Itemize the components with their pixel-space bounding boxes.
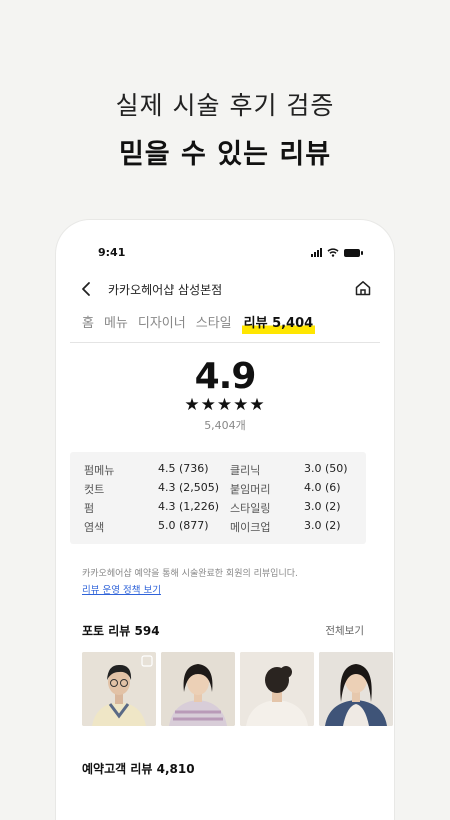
stat-row: 펌메뉴 4.5 (736) (84, 462, 214, 480)
promo-subtitle: 실제 시술 후기 검증 (115, 91, 335, 120)
stat-value: 5.0 (877) (158, 519, 209, 532)
review-policy-link[interactable]: 리뷰 운영 정책 보기 (82, 582, 161, 596)
stat-value: 3.0 (2) (304, 519, 341, 532)
tab-reviews[interactable]: 리뷰 5,404 (241, 312, 316, 334)
top-bar: 카카오헤어샵 삼성본점 (78, 278, 372, 302)
tab-menu[interactable]: 메뉴 (104, 312, 128, 334)
person-photo-icon (319, 652, 393, 726)
stat-label: 스타일링 (230, 502, 271, 515)
phone-mockup: 9:41 카카오헤어샵 삼성본점 홈 메뉴 디자이너 스타일 리뷰 5,404 … (56, 220, 394, 820)
promo-title: 믿을 수 있는 리뷰 (118, 139, 332, 170)
rating-score: 4.9 (194, 356, 257, 397)
photo-reviews-title: 포토 리뷰 594 (82, 624, 160, 638)
category-rating-table: 펌메뉴 4.5 (736) 컷트 4.3 (2,505) 펌 4.3 (1,22… (70, 452, 366, 544)
back-arrow-icon[interactable] (80, 281, 94, 297)
stat-value: 3.0 (2) (304, 500, 341, 513)
stat-row: 클리닉 3.0 (50) (230, 462, 360, 480)
wifi-icon (327, 248, 339, 257)
stat-value: 4.3 (1,226) (158, 500, 220, 513)
photo-review-thumbnail[interactable] (319, 652, 393, 726)
photo-review-thumbnail[interactable] (161, 652, 235, 726)
promo-headline: 실제 시술 후기 검증 믿을 수 있는 리뷰 (0, 86, 450, 171)
home-icon[interactable] (354, 279, 372, 297)
tab-designer[interactable]: 디자이너 (138, 312, 186, 334)
booking-reviews-title: 예약고객 리뷰 4,810 (82, 762, 195, 776)
person-photo-icon (240, 652, 314, 726)
stat-value: 4.3 (2,505) (158, 481, 220, 494)
star-rating-icon: ★★★★★ (184, 395, 266, 415)
stat-label: 클리닉 (230, 464, 261, 477)
stat-label: 염색 (84, 521, 105, 534)
photo-review-thumbnail[interactable] (82, 652, 156, 726)
stat-value: 3.0 (50) (304, 462, 348, 475)
tab-style[interactable]: 스타일 (196, 312, 232, 334)
review-count: 5,404개 (204, 419, 246, 432)
stat-label: 붙임머리 (230, 483, 271, 496)
stat-label: 컷트 (84, 483, 105, 496)
stat-row: 스타일링 3.0 (2) (230, 500, 360, 518)
stat-row: 컷트 4.3 (2,505) (84, 481, 219, 499)
tab-home[interactable]: 홈 (82, 312, 94, 334)
see-all-link[interactable]: 전체보기 (325, 623, 364, 638)
stat-label: 펌메뉴 (84, 464, 115, 477)
photo-review-carousel[interactable] (82, 652, 394, 728)
tab-divider (70, 342, 380, 343)
stat-row: 붙임머리 4.0 (6) (230, 481, 360, 499)
status-bar: 9:41 (96, 246, 363, 262)
rating-summary: 4.9 ★★★★★ 5,404개 (56, 356, 394, 433)
stat-label: 펌 (84, 502, 95, 515)
shop-title: 카카오헤어샵 삼성본점 (108, 283, 223, 297)
stat-row: 염색 5.0 (877) (84, 519, 214, 537)
cellular-signal-icon (311, 248, 322, 257)
person-photo-icon (82, 652, 156, 726)
shop-tabs: 홈 메뉴 디자이너 스타일 리뷰 5,404 (82, 312, 374, 334)
stat-value: 4.0 (6) (304, 481, 341, 494)
stat-value: 4.5 (736) (158, 462, 209, 475)
status-time: 9:41 (98, 246, 126, 259)
stat-label: 메이크업 (230, 521, 271, 534)
review-notice: 카카오헤어샵 예약을 통해 시술완료한 회원의 리뷰입니다. (82, 569, 298, 579)
person-photo-icon (161, 652, 235, 726)
stat-row: 펌 4.3 (1,226) (84, 500, 219, 518)
stat-row: 메이크업 3.0 (2) (230, 519, 360, 537)
photo-review-thumbnail[interactable] (240, 652, 314, 726)
status-icons (311, 248, 363, 257)
battery-icon (344, 249, 363, 257)
